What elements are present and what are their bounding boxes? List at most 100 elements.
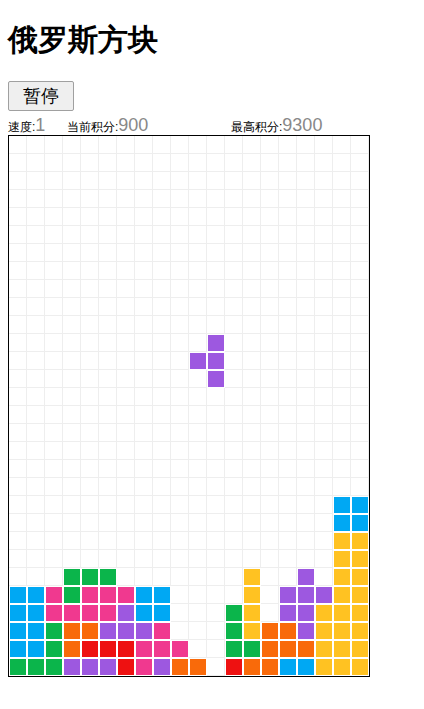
empty-cell	[243, 298, 261, 316]
empty-cell	[63, 136, 81, 154]
empty-cell	[45, 424, 63, 442]
empty-cell	[135, 208, 153, 226]
empty-cell	[279, 568, 297, 586]
empty-cell	[171, 514, 189, 532]
empty-cell	[351, 262, 369, 280]
empty-cell	[207, 424, 225, 442]
filled-cell	[117, 640, 135, 658]
empty-cell	[45, 370, 63, 388]
empty-cell	[315, 262, 333, 280]
empty-cell	[279, 244, 297, 262]
empty-cell	[63, 262, 81, 280]
empty-cell	[297, 496, 315, 514]
filled-cell	[153, 640, 171, 658]
filled-cell	[315, 586, 333, 604]
empty-cell	[261, 370, 279, 388]
empty-cell	[351, 298, 369, 316]
empty-cell	[261, 154, 279, 172]
filled-cell	[333, 586, 351, 604]
tetris-page: 俄罗斯方块暂停速度:1当前积分:900最高积分:9300	[0, 0, 424, 709]
empty-cell	[207, 154, 225, 172]
empty-cell	[9, 208, 27, 226]
empty-cell	[189, 298, 207, 316]
empty-cell	[261, 172, 279, 190]
pause-button[interactable]: 暂停	[8, 81, 74, 111]
empty-cell	[351, 190, 369, 208]
empty-cell	[297, 208, 315, 226]
empty-cell	[99, 154, 117, 172]
stat-item: 当前积分:900	[67, 115, 231, 135]
empty-cell	[153, 370, 171, 388]
empty-cell	[9, 478, 27, 496]
empty-cell	[171, 190, 189, 208]
empty-cell	[171, 532, 189, 550]
empty-cell	[207, 532, 225, 550]
filled-cell	[99, 658, 117, 676]
empty-cell	[9, 316, 27, 334]
empty-cell	[225, 244, 243, 262]
empty-cell	[63, 172, 81, 190]
empty-cell	[315, 532, 333, 550]
empty-cell	[153, 280, 171, 298]
empty-cell	[315, 352, 333, 370]
filled-cell	[81, 622, 99, 640]
empty-cell	[99, 172, 117, 190]
empty-cell	[117, 226, 135, 244]
filled-cell	[63, 586, 81, 604]
filled-cell	[45, 586, 63, 604]
empty-cell	[189, 244, 207, 262]
empty-cell	[207, 388, 225, 406]
empty-cell	[279, 496, 297, 514]
empty-cell	[63, 370, 81, 388]
empty-cell	[189, 208, 207, 226]
filled-cell	[297, 622, 315, 640]
empty-cell	[243, 334, 261, 352]
empty-cell	[99, 514, 117, 532]
empty-cell	[207, 136, 225, 154]
empty-cell	[207, 190, 225, 208]
empty-cell	[81, 172, 99, 190]
empty-cell	[117, 262, 135, 280]
filled-cell	[9, 640, 27, 658]
empty-cell	[63, 424, 81, 442]
empty-cell	[81, 298, 99, 316]
game-board[interactable]	[8, 135, 370, 677]
empty-cell	[117, 316, 135, 334]
empty-cell	[297, 514, 315, 532]
empty-cell	[261, 460, 279, 478]
empty-cell	[225, 370, 243, 388]
filled-cell	[27, 586, 45, 604]
empty-cell	[315, 154, 333, 172]
filled-cell	[27, 604, 45, 622]
filled-cell	[189, 352, 207, 370]
empty-cell	[9, 226, 27, 244]
empty-cell	[207, 406, 225, 424]
empty-cell	[243, 154, 261, 172]
empty-cell	[243, 370, 261, 388]
filled-cell	[333, 622, 351, 640]
empty-cell	[315, 298, 333, 316]
empty-cell	[333, 388, 351, 406]
empty-cell	[243, 190, 261, 208]
empty-cell	[9, 532, 27, 550]
empty-cell	[207, 244, 225, 262]
empty-cell	[297, 262, 315, 280]
empty-cell	[153, 334, 171, 352]
empty-cell	[243, 226, 261, 244]
empty-cell	[297, 352, 315, 370]
filled-cell	[135, 622, 153, 640]
empty-cell	[315, 334, 333, 352]
empty-cell	[99, 226, 117, 244]
empty-cell	[171, 154, 189, 172]
empty-cell	[297, 532, 315, 550]
empty-cell	[135, 154, 153, 172]
empty-cell	[171, 604, 189, 622]
empty-cell	[81, 370, 99, 388]
filled-cell	[297, 568, 315, 586]
filled-cell	[99, 640, 117, 658]
empty-cell	[9, 406, 27, 424]
empty-cell	[9, 460, 27, 478]
empty-cell	[63, 208, 81, 226]
empty-cell	[9, 352, 27, 370]
empty-cell	[153, 406, 171, 424]
